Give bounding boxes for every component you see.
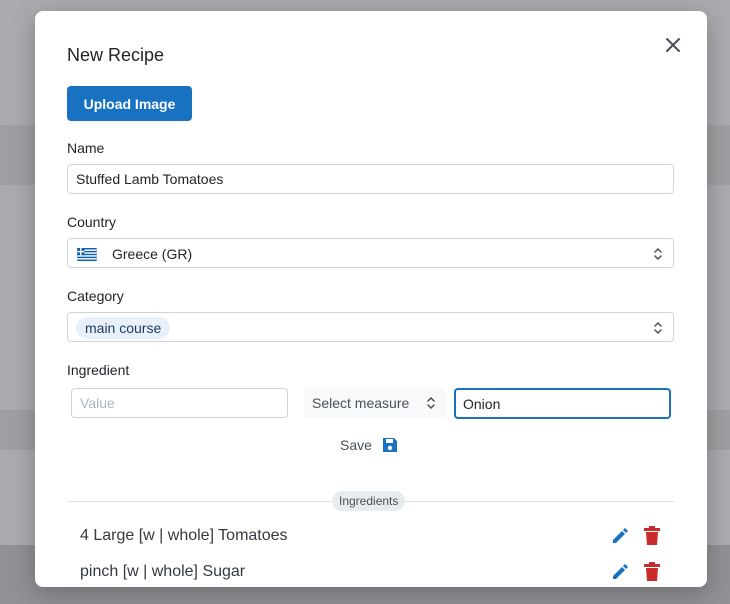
name-input[interactable]	[68, 171, 673, 187]
upload-image-button[interactable]: Upload Image	[67, 86, 192, 121]
edit-icon[interactable]	[610, 562, 630, 582]
country-select[interactable]: Greece (GR)	[67, 238, 674, 268]
edit-icon[interactable]	[610, 526, 630, 546]
ingredients-heading: Ingredients	[332, 491, 406, 511]
category-chip[interactable]: main course	[76, 317, 171, 339]
chevron-updown-icon	[427, 396, 435, 410]
ingredient-label: Ingredient	[67, 362, 130, 378]
ingredient-row: 4 Large [w | whole] Tomatoes	[80, 524, 670, 548]
trash-icon[interactable]	[643, 526, 661, 546]
country-value: Greece (GR)	[112, 246, 193, 262]
ingredient-value-input[interactable]	[72, 389, 303, 417]
greece-flag-icon	[77, 248, 97, 261]
name-label: Name	[67, 140, 105, 156]
ingredient-name-field	[454, 388, 683, 419]
chevron-updown-icon	[654, 247, 662, 261]
name-field-wrapper	[67, 164, 674, 194]
ingredient-text: pinch [w | whole] Sugar	[80, 563, 246, 580]
category-label: Category	[67, 288, 124, 304]
ingredient-text: 4 Large [w | whole] Tomatoes	[80, 527, 288, 544]
ingredient-value-field	[71, 388, 303, 418]
measure-placeholder: Select measure	[312, 395, 410, 411]
measure-select[interactable]: Select measure	[304, 388, 446, 418]
save-icon	[382, 438, 397, 452]
trash-icon[interactable]	[643, 562, 661, 582]
save-ingredient-button[interactable]: Save	[340, 435, 398, 455]
ingredient-name-input[interactable]	[456, 390, 683, 417]
ingredient-row: pinch [w | whole] Sugar	[80, 560, 670, 584]
close-icon	[666, 38, 680, 52]
chevron-updown-icon	[654, 321, 662, 335]
close-button[interactable]	[663, 35, 683, 55]
save-label: Save	[340, 437, 372, 453]
modal-title: New Recipe	[67, 45, 165, 65]
country-label: Country	[67, 214, 117, 230]
new-recipe-modal: New Recipe Upload Image Name Country Gre…	[35, 11, 707, 587]
category-select[interactable]: main course	[67, 312, 674, 342]
